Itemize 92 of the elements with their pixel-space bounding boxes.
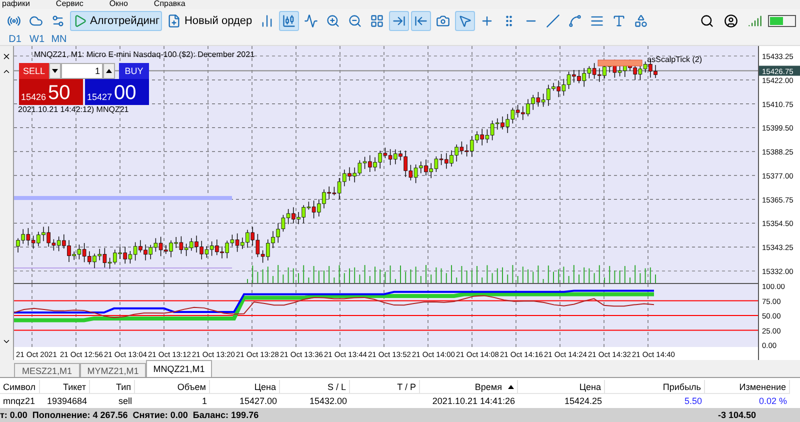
toolbar-button[interactable] bbox=[455, 11, 476, 31]
grid-icon bbox=[370, 14, 384, 28]
crosshair-icon bbox=[480, 14, 494, 28]
play-icon bbox=[73, 14, 87, 28]
toolbar-button[interactable] bbox=[411, 11, 432, 31]
menu-item[interactable]: Окно bbox=[109, 0, 128, 9]
chart-tab[interactable]: MYMZ21,M1 bbox=[80, 363, 146, 377]
account-summary: т: 0.00 Пополнение: 4 267.56 Снятие: 0.00 Баланс: 199.76 bbox=[0, 410, 259, 420]
column-header-text: Символ bbox=[3, 382, 36, 392]
shapes-icon bbox=[634, 14, 648, 28]
table-cell-text: mnqz21 bbox=[2, 395, 36, 408]
scroll-up-icon[interactable] bbox=[2, 67, 11, 76]
column-header[interactable]: Тикет bbox=[40, 380, 90, 394]
column-header-text: Изменение bbox=[739, 382, 786, 392]
column-header[interactable]: Тип bbox=[90, 380, 135, 394]
table-cell-text: 1 bbox=[200, 395, 208, 408]
shift-left-icon bbox=[414, 14, 428, 28]
menu-item[interactable]: Сервис bbox=[56, 0, 84, 9]
timeframe-button[interactable]: D1 bbox=[4, 33, 26, 45]
column-header[interactable]: Цена bbox=[210, 380, 280, 394]
cursor-icon bbox=[458, 14, 472, 28]
column-header-text: Тип bbox=[116, 382, 131, 392]
column-header-text: Прибыль bbox=[662, 382, 701, 392]
column-header-text: Цена bbox=[579, 382, 601, 392]
toolbar-button[interactable] bbox=[389, 11, 410, 31]
chart-tab[interactable]: MESZ21,M1 bbox=[14, 363, 80, 377]
down-triangle-icon bbox=[52, 69, 58, 73]
column-header[interactable]: Изменение bbox=[705, 380, 790, 394]
chart-title: MNQZ21, M1: Micro E-mini Nasdaq-100 ($2): December 2021 bbox=[34, 50, 255, 59]
decrease-button[interactable] bbox=[49, 63, 61, 79]
trendline-icon bbox=[546, 14, 560, 28]
column-header-text: Время bbox=[474, 382, 502, 392]
sort-ascending-icon bbox=[508, 384, 514, 388]
menu-item[interactable]: рафики bbox=[2, 0, 30, 9]
zoom-in-icon bbox=[326, 14, 340, 28]
column-header[interactable]: T / P bbox=[350, 380, 420, 394]
table-cell-text: 15427.00 bbox=[238, 395, 278, 408]
search-icon[interactable] bbox=[700, 14, 714, 28]
toolbar-button[interactable]: Новый ордер bbox=[164, 11, 256, 31]
chart-timestamp: 2021.10.21 14:42:12) MNQZ21 bbox=[18, 105, 129, 114]
cloud-icon bbox=[29, 14, 43, 28]
menu-item[interactable]: Справка bbox=[154, 0, 186, 9]
column-header[interactable]: Символ bbox=[0, 380, 40, 394]
column-header-text: T / P bbox=[397, 382, 416, 392]
table-cell-text: 2021.10.21 14:41:26 bbox=[431, 395, 516, 408]
signal-strength-icon bbox=[748, 14, 762, 28]
table-cell-text: 5.50 bbox=[683, 395, 703, 408]
column-header[interactable]: S / L bbox=[280, 380, 350, 394]
scroll-right-icon bbox=[392, 14, 406, 28]
column-header-text: Тикет bbox=[63, 382, 86, 392]
signal-icon bbox=[7, 14, 21, 28]
candlestick-icon bbox=[282, 14, 296, 28]
scroll-down-icon[interactable] bbox=[2, 337, 11, 346]
column-header[interactable]: Прибыль bbox=[605, 380, 705, 394]
up-triangle-icon bbox=[106, 69, 112, 73]
toolbar-button[interactable]: Алготрейдинг bbox=[70, 11, 162, 31]
table-cell-text: 0.02 % bbox=[758, 395, 788, 408]
table-cell-text: 15432.00 bbox=[308, 395, 348, 408]
buy-price-button[interactable]: 15427 00 bbox=[85, 79, 149, 105]
battery-icon bbox=[768, 15, 796, 27]
chart-tab[interactable]: MNQZ21,M1 bbox=[146, 360, 212, 377]
lines-icon bbox=[590, 14, 604, 28]
text-icon bbox=[612, 14, 626, 28]
total-profit: -3 104.50 bbox=[718, 410, 756, 420]
indicator-label: asScalpTick (2) bbox=[647, 55, 702, 64]
buy-button[interactable]: BUY bbox=[119, 63, 149, 79]
column-header-text: S / L bbox=[327, 382, 346, 392]
timeframe-button[interactable]: MN bbox=[48, 33, 70, 45]
column-header[interactable]: Цена bbox=[518, 380, 605, 394]
line-chart-icon bbox=[304, 14, 318, 28]
bar-chart-icon bbox=[260, 14, 274, 28]
account-icon[interactable] bbox=[724, 14, 738, 28]
table-cell-text: sell bbox=[117, 395, 133, 408]
column-header[interactable]: Объем bbox=[135, 380, 210, 394]
camera-icon bbox=[436, 14, 450, 28]
timeframe-button[interactable]: W1 bbox=[26, 33, 48, 45]
volume-field[interactable]: 1 bbox=[61, 63, 103, 79]
increase-button[interactable] bbox=[103, 63, 115, 79]
sell-price-button[interactable]: 15426 50 bbox=[19, 79, 83, 105]
table-cell-text: 15424.25 bbox=[563, 395, 603, 408]
table-cell-text: 19394684 bbox=[46, 395, 88, 408]
column-header-text: Цена bbox=[254, 382, 276, 392]
sell-button[interactable]: SELL bbox=[19, 63, 49, 79]
order-zone bbox=[598, 60, 642, 66]
column-header-text: Объем bbox=[177, 382, 206, 392]
zoom-out-icon bbox=[348, 14, 362, 28]
settings-icon bbox=[51, 14, 65, 28]
column-header[interactable]: Время bbox=[420, 380, 518, 394]
toolbar-button[interactable] bbox=[279, 11, 300, 31]
channel-icon bbox=[568, 14, 582, 28]
new-document-icon bbox=[167, 14, 182, 28]
close-icon[interactable] bbox=[2, 52, 11, 61]
